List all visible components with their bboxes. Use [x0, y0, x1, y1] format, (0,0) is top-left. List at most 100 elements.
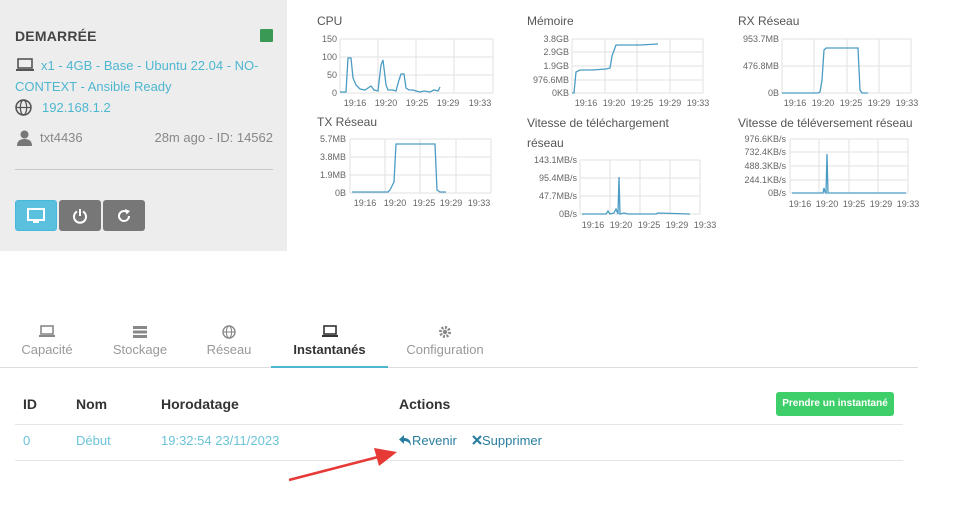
y-tick: 3.8GB [543, 34, 569, 44]
header-id: ID [23, 396, 37, 412]
x-tick: 19:29 [870, 199, 893, 209]
power-icon [73, 208, 87, 224]
vm-username: txt4436 [40, 130, 83, 145]
x-tick: 19:20 [603, 98, 626, 108]
chart-title: TX Réseau [317, 115, 378, 129]
tab-bar: Capacité Stockage Réseau Instantanés Con… [0, 322, 918, 368]
y-tick: 3.8MB [320, 152, 346, 162]
x-tick: 19:33 [468, 198, 491, 208]
x-tick: 19:16 [354, 198, 377, 208]
table-row-divider [15, 460, 903, 461]
snapshot-name: Début [76, 433, 111, 448]
y-tick: 47.7MB/s [539, 191, 578, 201]
snapshot-timestamp: 19:32:54 23/11/2023 [161, 433, 280, 448]
tab-capacite[interactable]: Capacité [14, 322, 80, 368]
x-tick: 19:16 [789, 199, 812, 209]
tab-reseau[interactable]: Réseau [200, 322, 258, 368]
header-timestamp: Horodatage [161, 396, 239, 412]
y-tick: 143.1MB/s [534, 155, 578, 165]
y-tick: 244.1KB/s [744, 175, 786, 185]
monitor-icon [321, 325, 338, 337]
y-tick: 150 [322, 34, 337, 44]
tab-label: Configuration [406, 342, 484, 357]
power-button[interactable] [59, 200, 101, 231]
y-tick: 0B [335, 188, 346, 198]
vm-spec-text: x1 - 4GB - Base - Ubuntu 22.04 - NO-CONT… [15, 58, 259, 94]
vm-status: DEMARRÉE [15, 28, 97, 44]
snapshot-id: 0 [23, 433, 31, 448]
gear-icon [439, 326, 451, 338]
tab-stockage[interactable]: Stockage [106, 322, 174, 368]
y-tick: 0B/s [559, 209, 578, 219]
x-tick: 19:25 [631, 98, 654, 108]
chart-title: RX Réseau [738, 14, 800, 28]
take-snapshot-button[interactable]: Prendre un instantané [776, 392, 894, 416]
revert-label: Revenir [412, 433, 457, 448]
x-tick: 19:33 [694, 220, 717, 230]
x-tick: 19:20 [384, 198, 407, 208]
tab-instantanes[interactable]: Instantanés [271, 322, 388, 368]
x-tick: 19:29 [868, 98, 891, 108]
y-tick: 732.4KB/s [744, 147, 786, 157]
vm-divider [15, 169, 273, 170]
laptop-icon [16, 58, 34, 71]
x-tick: 19:25 [840, 98, 863, 108]
restart-button[interactable] [103, 200, 145, 231]
vm-meta: 28m ago - ID: 14562 [154, 130, 273, 145]
x-tick: 19:25 [843, 199, 866, 209]
storage-icon [133, 326, 147, 338]
rx-series-line [782, 47, 868, 94]
tab-configuration[interactable]: Configuration [402, 322, 488, 368]
y-tick: 5.7MB [320, 134, 346, 144]
y-tick: 0KB [552, 88, 569, 98]
x-tick: 19:33 [896, 98, 919, 108]
y-tick: 50 [327, 70, 337, 80]
restart-icon [118, 208, 131, 222]
x-tick: 19:20 [375, 98, 398, 108]
y-tick: 476.8MB [743, 61, 779, 71]
x-tick: 19:29 [440, 198, 463, 208]
header-actions: Actions [399, 396, 451, 412]
x-tick: 19:20 [816, 199, 839, 209]
status-indicator [260, 29, 273, 42]
tab-label: Instantanés [293, 342, 366, 357]
tab-label: Réseau [206, 342, 252, 357]
x-tick: 19:25 [413, 198, 436, 208]
revert-button[interactable]: Revenir [399, 433, 457, 448]
y-tick: 0 [332, 88, 337, 98]
y-tick: 0B/s [768, 188, 787, 198]
delete-button[interactable]: Supprimer [472, 433, 542, 448]
table-header-divider [15, 424, 903, 425]
delete-label: Supprimer [482, 433, 542, 448]
vm-ip-link[interactable]: 192.168.1.2 [15, 97, 263, 118]
x-tick: 19:16 [575, 98, 598, 108]
chart-title: Vitesse de téléchargement [527, 116, 669, 130]
x-tick: 19:16 [344, 98, 367, 108]
x-tick: 19:20 [610, 220, 633, 230]
y-tick: 1.9MB [320, 170, 346, 180]
header-name: Nom [76, 396, 108, 412]
chart-title: CPU [317, 14, 343, 28]
y-tick: 976.6MB [533, 75, 569, 85]
x-tick: 19:25 [406, 98, 429, 108]
y-tick: 953.7MB [743, 34, 779, 44]
y-tick: 100 [322, 52, 337, 62]
console-button[interactable] [15, 200, 57, 231]
reply-icon [399, 435, 411, 446]
y-tick: 1.9GB [543, 61, 569, 71]
chart-title: Mémoire [527, 14, 574, 28]
x-tick: 19:33 [469, 98, 492, 108]
y-tick: 95.4MB/s [539, 173, 578, 183]
x-tick: 19:16 [784, 98, 807, 108]
y-tick: 488.3KB/s [744, 161, 786, 171]
x-tick: 19:16 [582, 220, 605, 230]
x-tick: 19:33 [687, 98, 710, 108]
vm-spec-link[interactable]: x1 - 4GB - Base - Ubuntu 22.04 - NO-CONT… [15, 55, 263, 97]
vm-ip-text: 192.168.1.2 [42, 100, 111, 115]
tx-series-line [352, 143, 446, 193]
x-tick: 19:29 [666, 220, 689, 230]
vm-card: DEMARRÉE x1 - 4GB - Base - Ubuntu 22.04 … [0, 0, 287, 251]
y-tick: 2.9GB [543, 47, 569, 57]
monitor-icon [39, 325, 55, 337]
tab-label: Stockage [112, 342, 168, 357]
